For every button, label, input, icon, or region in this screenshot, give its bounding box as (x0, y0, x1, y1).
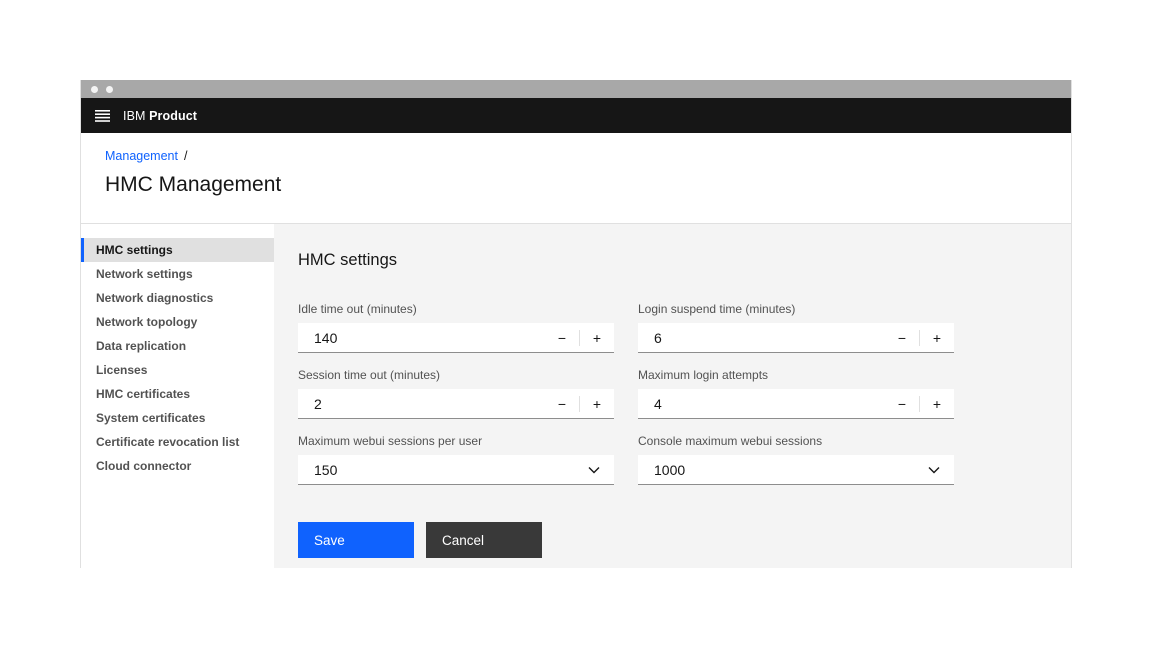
field-maximum-login-attempts: Maximum login attempts − + (638, 368, 954, 419)
chevron-down-icon (588, 466, 600, 474)
content-panel: HMC settings Idle time out (minutes) − + (274, 224, 1071, 568)
console-max-webui-sessions-select[interactable]: 1000 (638, 455, 954, 485)
max-webui-sessions-per-user-select[interactable]: 150 (298, 455, 614, 485)
sidebar-item-data-replication[interactable]: Data replication (81, 334, 274, 358)
plus-icon: + (593, 396, 601, 412)
content-heading: HMC settings (298, 251, 1071, 270)
window-dot-icon (106, 86, 113, 93)
chevron-down-icon (928, 466, 940, 474)
hamburger-menu-button[interactable] (81, 98, 123, 133)
field-console-max-webui-sessions: Console maximum webui sessions 1000 (638, 434, 954, 485)
field-login-suspend-time: Login suspend time (minutes) − + (638, 302, 954, 353)
increment-button[interactable]: + (920, 323, 954, 352)
decrement-button[interactable]: − (545, 323, 579, 352)
app-header: IBM Product (81, 98, 1071, 133)
select-value: 1000 (638, 462, 914, 478)
brand-name: Product (149, 109, 197, 123)
cancel-button[interactable]: Cancel (426, 522, 542, 558)
window-dot-icon (91, 86, 98, 93)
minus-icon: − (558, 330, 566, 346)
breadcrumb: Management / (105, 133, 1071, 163)
login-suspend-time-input[interactable] (638, 330, 885, 346)
sidebar-item-hmc-settings[interactable]: HMC settings (81, 238, 274, 262)
body-row: HMC settings Network settings Network di… (81, 223, 1071, 568)
sidebar-item-certificate-revocation-list[interactable]: Certificate revocation list (81, 430, 274, 454)
brand-prefix: IBM (123, 109, 146, 123)
increment-button[interactable]: + (580, 323, 614, 352)
page-title: HMC Management (105, 173, 1071, 197)
session-time-out-input[interactable] (298, 396, 545, 412)
increment-button[interactable]: + (920, 389, 954, 418)
app-window: IBM Product Management / HMC Management … (80, 80, 1072, 568)
field-label: Maximum webui sessions per user (298, 434, 614, 448)
minus-icon: − (898, 396, 906, 412)
side-navigation: HMC settings Network settings Network di… (81, 224, 274, 568)
idle-time-out-stepper: − + (298, 323, 614, 353)
form-actions: Save Cancel (298, 522, 1071, 558)
sidebar-item-hmc-certificates[interactable]: HMC certificates (81, 382, 274, 406)
session-time-out-stepper: − + (298, 389, 614, 419)
field-max-webui-sessions-per-user: Maximum webui sessions per user 150 (298, 434, 614, 485)
select-value: 150 (298, 462, 574, 478)
window-titlebar (81, 80, 1071, 98)
sidebar-item-network-diagnostics[interactable]: Network diagnostics (81, 286, 274, 310)
breadcrumb-link-management[interactable]: Management (105, 149, 178, 163)
sidebar-item-licenses[interactable]: Licenses (81, 358, 274, 382)
plus-icon: + (933, 330, 941, 346)
plus-icon: + (593, 330, 601, 346)
minus-icon: − (558, 396, 566, 412)
idle-time-out-input[interactable] (298, 330, 545, 346)
minus-icon: − (898, 330, 906, 346)
maximum-login-attempts-input[interactable] (638, 396, 885, 412)
hamburger-icon (95, 110, 110, 122)
decrement-button[interactable]: − (885, 389, 919, 418)
settings-form: Idle time out (minutes) − + Login suspen… (298, 302, 1071, 485)
title-zone: Management / HMC Management (81, 133, 1071, 223)
decrement-button[interactable]: − (885, 323, 919, 352)
field-idle-time-out: Idle time out (minutes) − + (298, 302, 614, 353)
breadcrumb-separator: / (184, 149, 187, 163)
plus-icon: + (933, 396, 941, 412)
field-label: Session time out (minutes) (298, 368, 614, 382)
maximum-login-attempts-stepper: − + (638, 389, 954, 419)
decrement-button[interactable]: − (545, 389, 579, 418)
field-session-time-out: Session time out (minutes) − + (298, 368, 614, 419)
sidebar-item-system-certificates[interactable]: System certificates (81, 406, 274, 430)
brand-title: IBM Product (123, 109, 197, 123)
field-label: Idle time out (minutes) (298, 302, 614, 316)
field-label: Login suspend time (minutes) (638, 302, 954, 316)
save-button[interactable]: Save (298, 522, 414, 558)
field-label: Maximum login attempts (638, 368, 954, 382)
sidebar-item-network-settings[interactable]: Network settings (81, 262, 274, 286)
sidebar-item-cloud-connector[interactable]: Cloud connector (81, 454, 274, 478)
increment-button[interactable]: + (580, 389, 614, 418)
login-suspend-time-stepper: − + (638, 323, 954, 353)
sidebar-item-network-topology[interactable]: Network topology (81, 310, 274, 334)
field-label: Console maximum webui sessions (638, 434, 954, 448)
